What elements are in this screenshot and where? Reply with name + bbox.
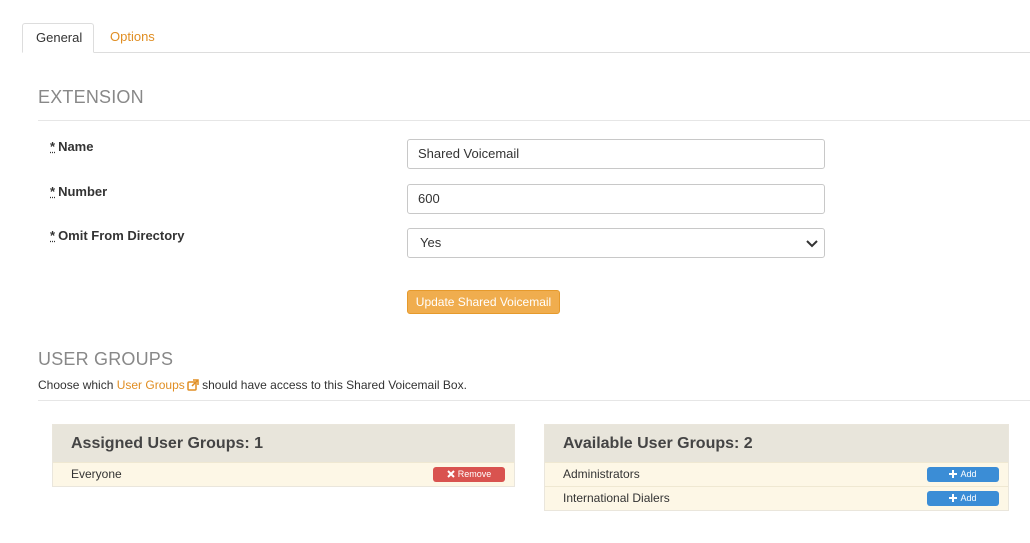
- tab-bar: General Options: [0, 0, 1030, 53]
- tab-options[interactable]: Options: [97, 23, 168, 53]
- user-groups-section-title: USER GROUPS: [38, 349, 174, 369]
- plus-icon: [949, 494, 958, 502]
- name-label: * Name: [50, 139, 94, 154]
- user-groups-link[interactable]: User Groups: [117, 378, 185, 392]
- group-name: International Dialers: [563, 491, 670, 505]
- remove-button[interactable]: Remove: [433, 467, 505, 482]
- available-user-groups-header: Available User Groups: 2: [545, 425, 1008, 462]
- list-item: International Dialers Add: [545, 486, 1008, 510]
- name-input[interactable]: Shared Voicemail: [407, 139, 825, 169]
- add-button[interactable]: Add: [927, 491, 999, 506]
- chevron-down-icon: [806, 240, 818, 248]
- number-label: * Number: [50, 184, 108, 199]
- times-icon: [447, 470, 455, 478]
- tab-bar-divider: [22, 52, 1030, 53]
- omit-from-directory-select[interactable]: Yes: [407, 228, 825, 258]
- required-marker: *: [50, 228, 56, 243]
- omit-from-directory-label: * Omit From Directory: [50, 228, 185, 243]
- user-groups-description: Choose which User Groups should have acc…: [38, 378, 467, 392]
- group-name: Administrators: [563, 467, 640, 481]
- tab-general[interactable]: General: [22, 23, 94, 53]
- available-user-groups-panel: Available User Groups: 2 Administrators …: [544, 424, 1009, 511]
- add-button[interactable]: Add: [927, 467, 999, 482]
- plus-icon: [949, 470, 958, 478]
- extension-section-title: EXTENSION: [38, 87, 144, 107]
- required-marker: *: [50, 184, 56, 199]
- group-name: Everyone: [71, 467, 122, 481]
- list-item: Administrators Add: [545, 462, 1008, 486]
- user-groups-divider: [38, 400, 1030, 401]
- omit-from-directory-value: Yes: [420, 235, 442, 250]
- required-marker: *: [50, 139, 56, 154]
- update-shared-voicemail-button[interactable]: Update Shared Voicemail: [407, 290, 560, 314]
- external-link-icon[interactable]: [187, 379, 199, 391]
- number-input[interactable]: 600: [407, 184, 825, 214]
- list-item: Everyone Remove: [53, 462, 514, 486]
- assigned-user-groups-header: Assigned User Groups: 1: [53, 425, 514, 462]
- assigned-user-groups-panel: Assigned User Groups: 1 Everyone Remove: [52, 424, 515, 487]
- extension-divider: [38, 120, 1030, 121]
